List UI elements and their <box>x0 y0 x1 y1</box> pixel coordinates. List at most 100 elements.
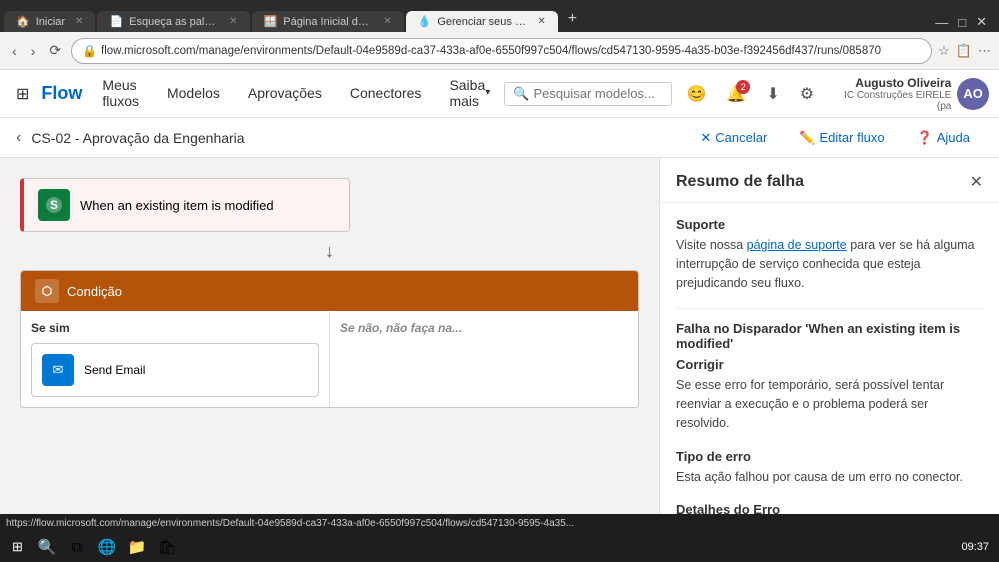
browser-tab-gerenciar[interactable]: 💧 Gerenciar seus fluxos | M... ✕ <box>406 11 558 32</box>
refresh-button[interactable]: ⟳ <box>45 40 65 61</box>
start-button[interactable]: ⊞ <box>4 532 31 562</box>
send-email-node[interactable]: ✉ Send Email <box>31 343 319 397</box>
tab-label: Iniciar <box>36 16 65 28</box>
notification-icon[interactable]: 🔔 2 <box>720 78 752 110</box>
help-button[interactable]: ❓ Ajuda <box>904 125 983 151</box>
sharepoint-icon: S <box>38 189 70 221</box>
panel-close-button[interactable]: ✕ <box>970 172 983 192</box>
app-logo[interactable]: Flow <box>41 83 82 104</box>
taskbar-task-view[interactable]: ⧉ <box>63 533 91 561</box>
user-avatar[interactable]: AO <box>957 78 989 110</box>
smiley-icon[interactable]: 😊 <box>680 78 712 110</box>
browser-menu-icon[interactable]: ⋯ <box>978 43 991 59</box>
svg-text:S: S <box>50 198 58 212</box>
error-type-text: Esta ação falhou por causa de um erro no… <box>676 468 983 487</box>
trigger-node-wrapper: S When an existing item is modified <box>20 178 350 232</box>
help-icon: ❓ <box>917 130 933 146</box>
maximize-button[interactable]: □ <box>954 13 970 32</box>
address-bar[interactable]: 🔒 flow.microsoft.com/manage/environments… <box>71 38 932 64</box>
error-type-section: Tipo de erro Esta ação falhou por causa … <box>676 449 983 487</box>
user-section[interactable]: Augusto Oliveira IC Construções EIRELE (… <box>828 76 989 112</box>
failure-title: Falha no Disparador 'When an existing it… <box>676 321 983 351</box>
taskbar-time: 09:37 <box>961 541 989 553</box>
cancel-button[interactable]: ✕ Cancelar <box>687 125 780 151</box>
tab-label: Gerenciar seus fluxos | M... <box>437 16 527 28</box>
correct-text: Se esse erro for temporário, será possív… <box>676 376 983 432</box>
condition-node[interactable]: ⬡ Condição Se sim ✉ <box>20 270 639 408</box>
favorites-icon[interactable]: ☆ <box>938 43 950 59</box>
tab-favicon: 🏠 <box>16 15 30 28</box>
edit-flow-button[interactable]: ✏️ Editar fluxo <box>786 125 897 151</box>
notification-badge: 2 <box>736 80 750 94</box>
tab-close-icon[interactable]: ✕ <box>229 16 237 27</box>
main-nav: Meus fluxos Modelos Aprovações Conectore… <box>88 70 504 118</box>
search-input[interactable] <box>533 86 663 101</box>
status-bar: https://flow.microsoft.com/manage/enviro… <box>0 514 999 532</box>
browser-tab-esqueca[interactable]: 📄 Esqueça as palavras-chave: ✕ <box>97 11 249 32</box>
tab-label: Página Inicial do Microsoft ... <box>283 16 373 28</box>
browser-tab-iniciar[interactable]: 🏠 Iniciar ✕ <box>4 11 95 32</box>
forward-button[interactable]: › <box>27 41 40 61</box>
tab-favicon: 🪟 <box>264 15 278 28</box>
send-email-label: Send Email <box>84 363 145 377</box>
flow-canvas[interactable]: S When an existing item is modified ↓ ⬡ <box>0 158 659 562</box>
condition-label: Condição <box>67 284 122 299</box>
header-right: 🔍 😊 🔔 2 ⬇ ⚙ Augusto Oliveira IC Construç… <box>504 76 989 112</box>
panel-title: Resumo de falha <box>676 173 804 191</box>
sub-header: ‹ CS-02 - Aprovação da Engenharia ✕ Canc… <box>0 118 999 158</box>
nav-item-aprovacoes[interactable]: Aprovações <box>234 70 336 118</box>
support-text: Visite nossa página de suporte para ver … <box>676 236 983 292</box>
taskbar-edge[interactable]: 🌐 <box>93 533 121 561</box>
settings-icon[interactable]: ⚙ <box>794 78 820 110</box>
taskbar-search[interactable]: 🔍 <box>33 533 61 561</box>
nav-item-meus-fluxos[interactable]: Meus fluxos <box>88 70 153 118</box>
tab-favicon: 💧 <box>418 15 432 28</box>
status-url: https://flow.microsoft.com/manage/enviro… <box>6 518 574 529</box>
support-label: Suporte <box>676 217 983 232</box>
branch-no: Se não, não faça na... <box>330 311 638 407</box>
browser-tab-pagina[interactable]: 🪟 Página Inicial do Microsoft ... ✕ <box>252 11 404 32</box>
panel-content: Suporte Visite nossa página de suporte p… <box>660 203 999 562</box>
trigger-node-header: S When an existing item is modified <box>24 179 349 231</box>
nav-item-conectores[interactable]: Conectores <box>336 70 436 118</box>
waffle-icon[interactable]: ⊞ <box>10 78 35 110</box>
tab-close-icon[interactable]: ✕ <box>383 16 391 27</box>
minimize-button[interactable]: — <box>931 13 952 32</box>
tab-close-icon[interactable]: ✕ <box>537 16 545 27</box>
trigger-node[interactable]: S When an existing item is modified <box>20 178 350 232</box>
app-logo-area: ⊞ Flow <box>10 78 82 110</box>
search-icon: 🔍 <box>513 86 529 102</box>
sub-header-actions: ✕ Cancelar ✏️ Editar fluxo ❓ Ajuda <box>687 125 983 151</box>
flow-arrow-1: ↓ <box>20 236 639 266</box>
new-tab-button[interactable]: + <box>560 6 585 32</box>
side-panel: Resumo de falha ✕ Suporte Visite nossa p… <box>659 158 999 562</box>
close-button[interactable]: ✕ <box>972 12 991 32</box>
correct-section: Corrigir Se esse erro for temporário, se… <box>676 357 983 432</box>
support-link[interactable]: página de suporte <box>747 238 847 252</box>
branch-yes: Se sim ✉ Send Email <box>21 311 330 407</box>
taskbar-explorer[interactable]: 📁 <box>123 533 151 561</box>
collections-icon[interactable]: 📋 <box>956 43 972 59</box>
correct-label: Corrigir <box>676 357 983 372</box>
main-content: S When an existing item is modified ↓ ⬡ <box>0 158 999 562</box>
back-icon[interactable]: ‹ <box>16 129 21 147</box>
address-bar-row: ‹ › ⟳ 🔒 flow.microsoft.com/manage/enviro… <box>0 32 999 70</box>
tab-close-icon[interactable]: ✕ <box>75 16 83 27</box>
nav-item-saiba-mais[interactable]: Saiba mais <box>435 70 504 118</box>
panel-header: Resumo de falha ✕ <box>660 158 999 203</box>
edit-icon: ✏️ <box>799 130 815 146</box>
trigger-node-label: When an existing item is modified <box>80 198 274 213</box>
taskbar-store[interactable]: 🛍 <box>153 533 181 561</box>
back-button[interactable]: ‹ <box>8 41 21 61</box>
divider-1 <box>676 308 983 309</box>
branch-no-label: Se não, não faça na... <box>340 321 628 335</box>
taskbar-right: 09:37 <box>961 541 995 553</box>
condition-icon: ⬡ <box>35 279 59 303</box>
app-header: ⊞ Flow Meus fluxos Modelos Aprovações Co… <box>0 70 999 118</box>
error-type-label: Tipo de erro <box>676 449 983 464</box>
branch-yes-label: Se sim <box>31 321 319 335</box>
user-name: Augusto Oliveira <box>828 76 951 90</box>
download-icon[interactable]: ⬇ <box>760 78 785 110</box>
nav-item-modelos[interactable]: Modelos <box>153 70 234 118</box>
search-box[interactable]: 🔍 <box>504 82 672 106</box>
